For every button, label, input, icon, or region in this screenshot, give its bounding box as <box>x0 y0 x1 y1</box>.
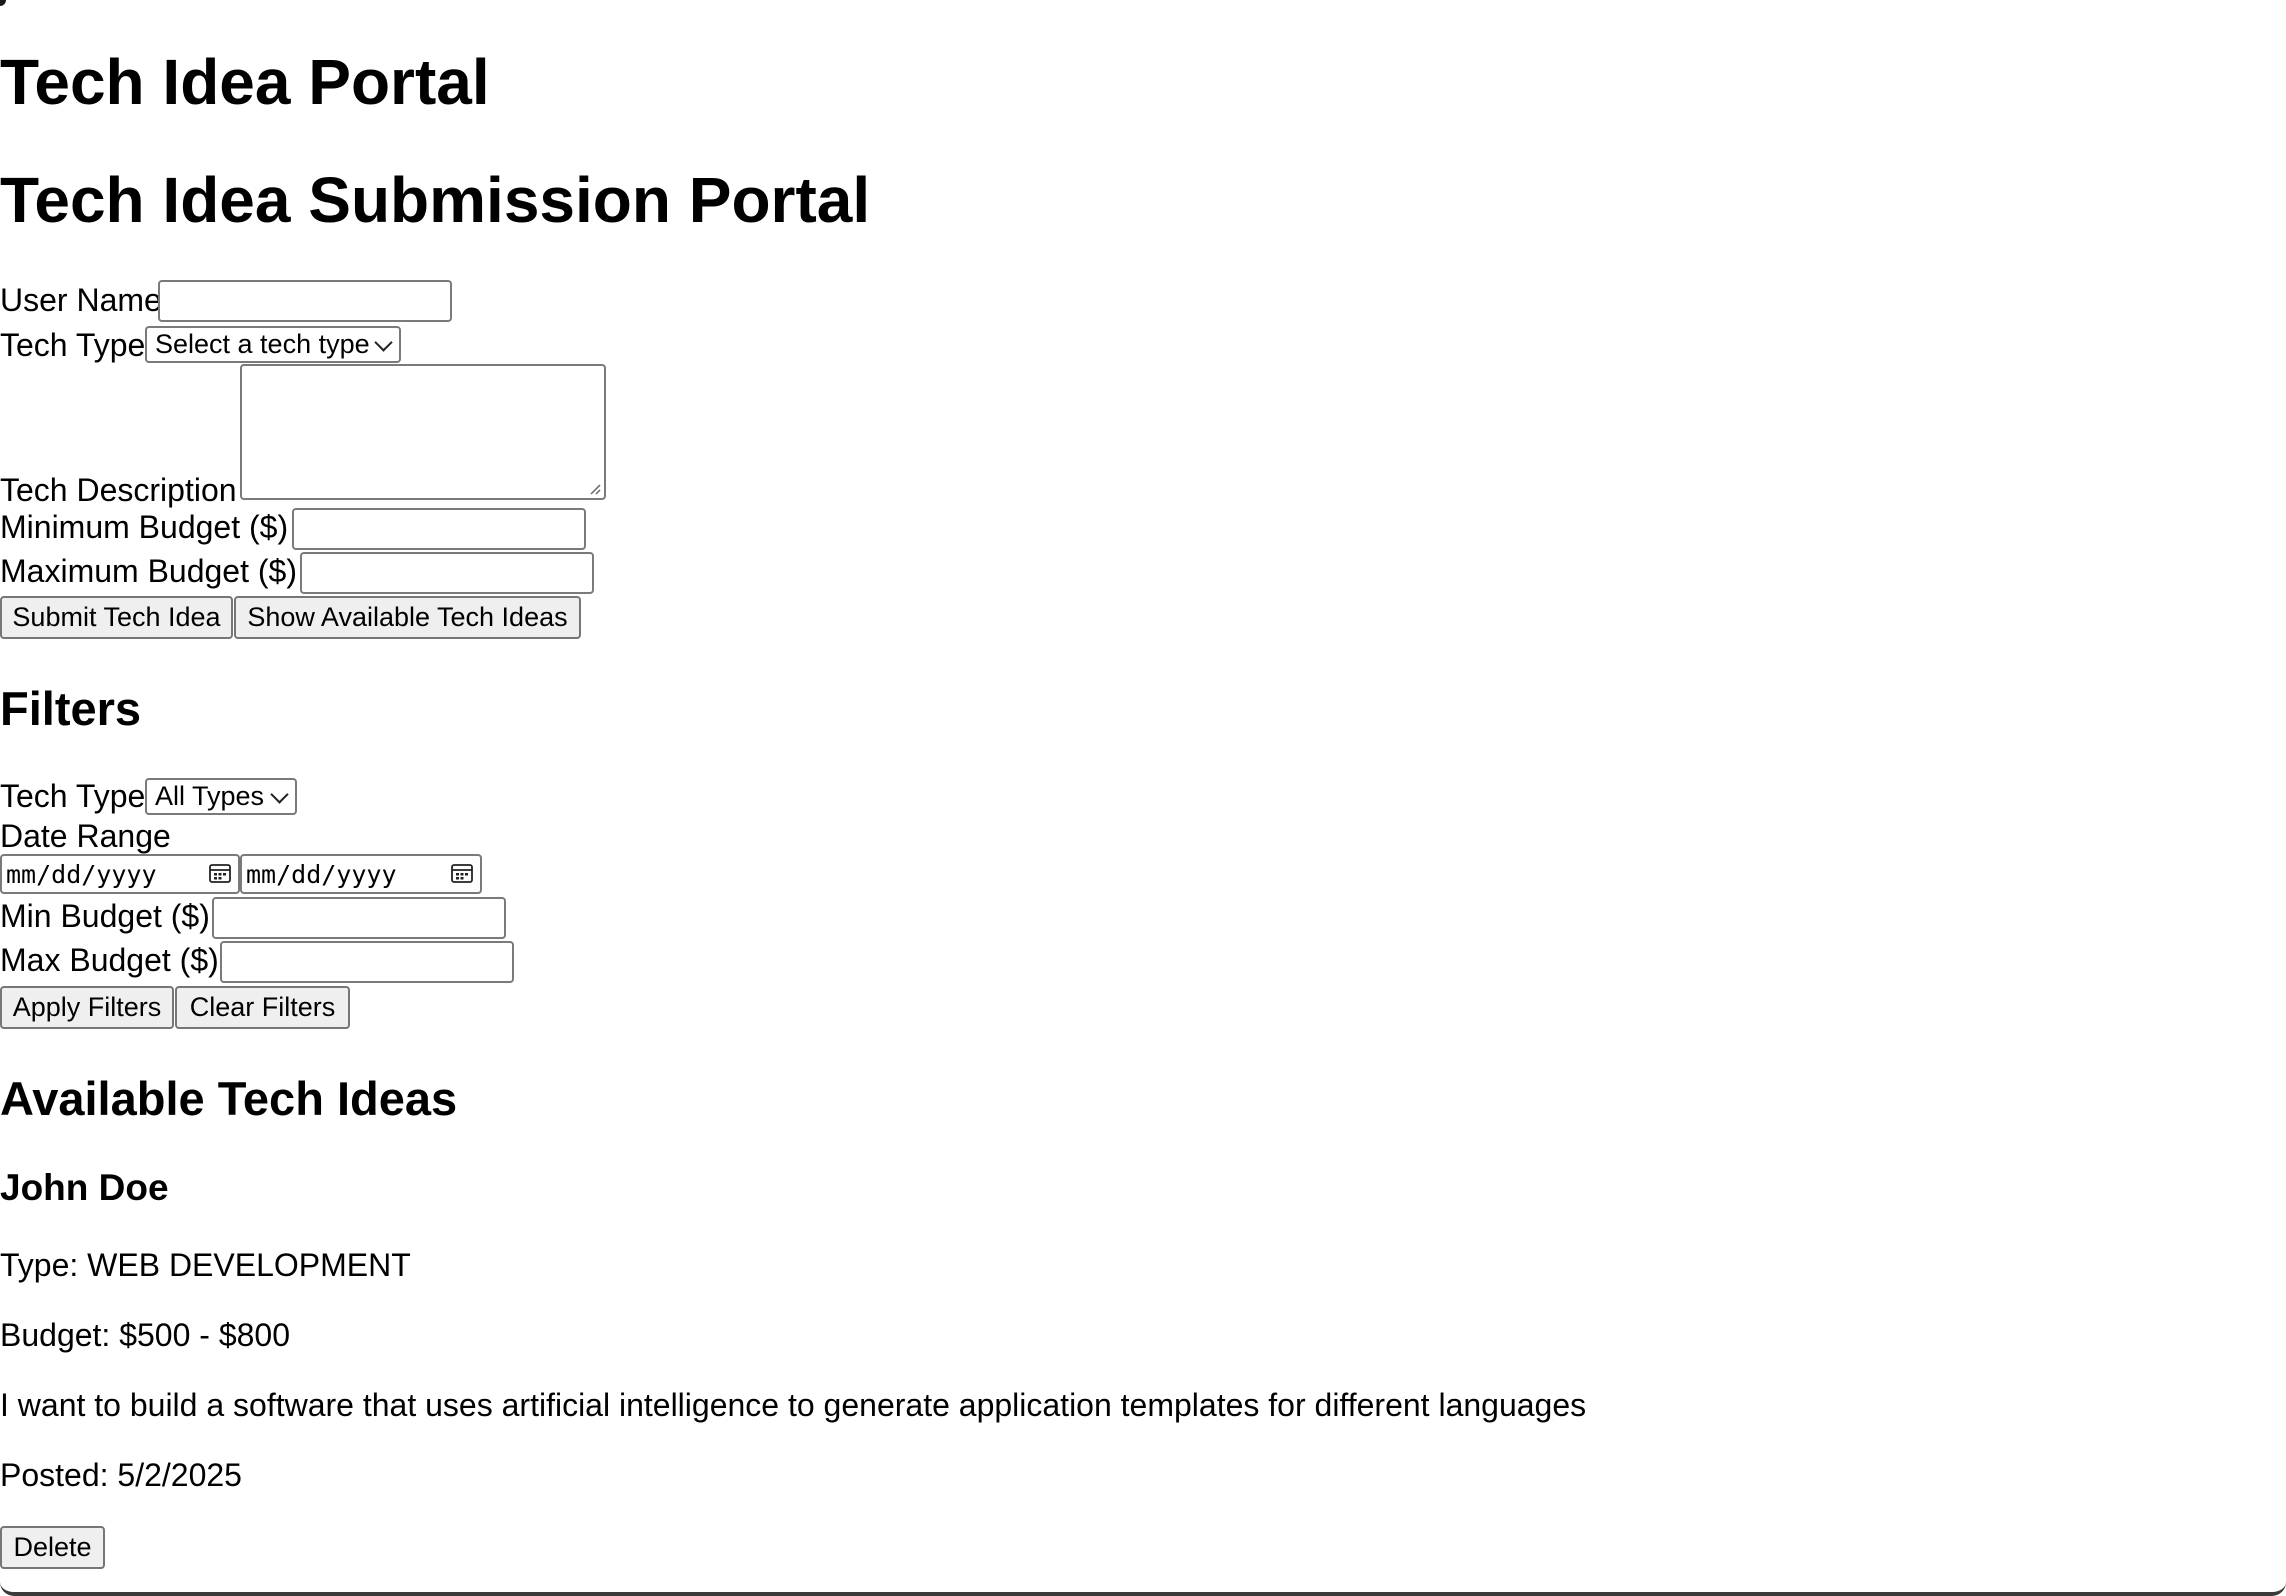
filter-min-budget-input[interactable] <box>212 897 506 939</box>
delete-idea-button[interactable]: Delete <box>0 1526 105 1569</box>
max-budget-label: Maximum Budget ($) <box>0 553 297 589</box>
max-budget-input[interactable] <box>300 552 594 594</box>
resize-handle-icon[interactable] <box>589 483 601 495</box>
date-end-placeholder: mm/dd/yyyy <box>246 859 397 889</box>
filters-heading: Filters <box>0 682 142 735</box>
tech-type-select[interactable]: Select a tech type <box>145 326 401 363</box>
filter-tech-type-selected: All Types <box>155 781 265 811</box>
filter-tech-type-label: Tech Type <box>0 778 146 814</box>
tech-description-label: Tech Description <box>0 472 237 508</box>
calendar-icon[interactable] <box>209 863 231 883</box>
available-ideas-heading: Available Tech Ideas <box>0 1072 458 1125</box>
idea-budget: Budget: $500 - $800 <box>0 1317 291 1353</box>
chevron-down-icon <box>270 784 289 804</box>
min-budget-label: Minimum Budget ($) <box>0 509 289 545</box>
tech-type-label: Tech Type <box>0 327 146 363</box>
filter-max-budget-label: Max Budget ($) <box>0 942 219 978</box>
idea-description: I want to build a software that uses art… <box>0 1387 1587 1423</box>
user-name-input[interactable] <box>158 280 452 322</box>
idea-posted-date: Posted: 5/2/2025 <box>0 1457 242 1493</box>
filter-min-budget-label: Min Budget ($) <box>0 898 210 934</box>
submit-tech-idea-button[interactable]: Submit Tech Idea <box>0 596 233 639</box>
apply-filters-button[interactable]: Apply Filters <box>0 986 174 1029</box>
idea-user-name: John Doe <box>0 1167 169 1208</box>
tech-type-selected: Select a tech type <box>155 329 370 359</box>
page-title: Tech Idea Portal <box>0 46 490 118</box>
filter-tech-type-select[interactable]: All Types <box>145 778 297 815</box>
date-start-placeholder: mm/dd/yyyy <box>6 859 157 889</box>
page-subtitle: Tech Idea Submission Portal <box>0 164 871 236</box>
page-frame: Tech Idea Portal Tech Idea Submission Po… <box>0 0 2286 1596</box>
window-corner <box>0 0 6 6</box>
clear-filters-button[interactable]: Clear Filters <box>175 986 350 1029</box>
user-name-label: User Name <box>0 282 162 318</box>
filter-max-budget-input[interactable] <box>220 941 514 983</box>
tech-description-textarea[interactable] <box>240 364 606 500</box>
show-available-tech-ideas-button[interactable]: Show Available Tech Ideas <box>234 596 581 639</box>
calendar-icon[interactable] <box>451 863 473 883</box>
chevron-down-icon <box>374 332 393 352</box>
min-budget-input[interactable] <box>292 508 586 550</box>
idea-type: Type: WEB DEVELOPMENT <box>0 1247 411 1283</box>
date-end-input[interactable]: mm/dd/yyyy <box>240 854 482 894</box>
date-range-label: Date Range <box>0 818 171 854</box>
date-start-input[interactable]: mm/dd/yyyy <box>0 854 240 894</box>
